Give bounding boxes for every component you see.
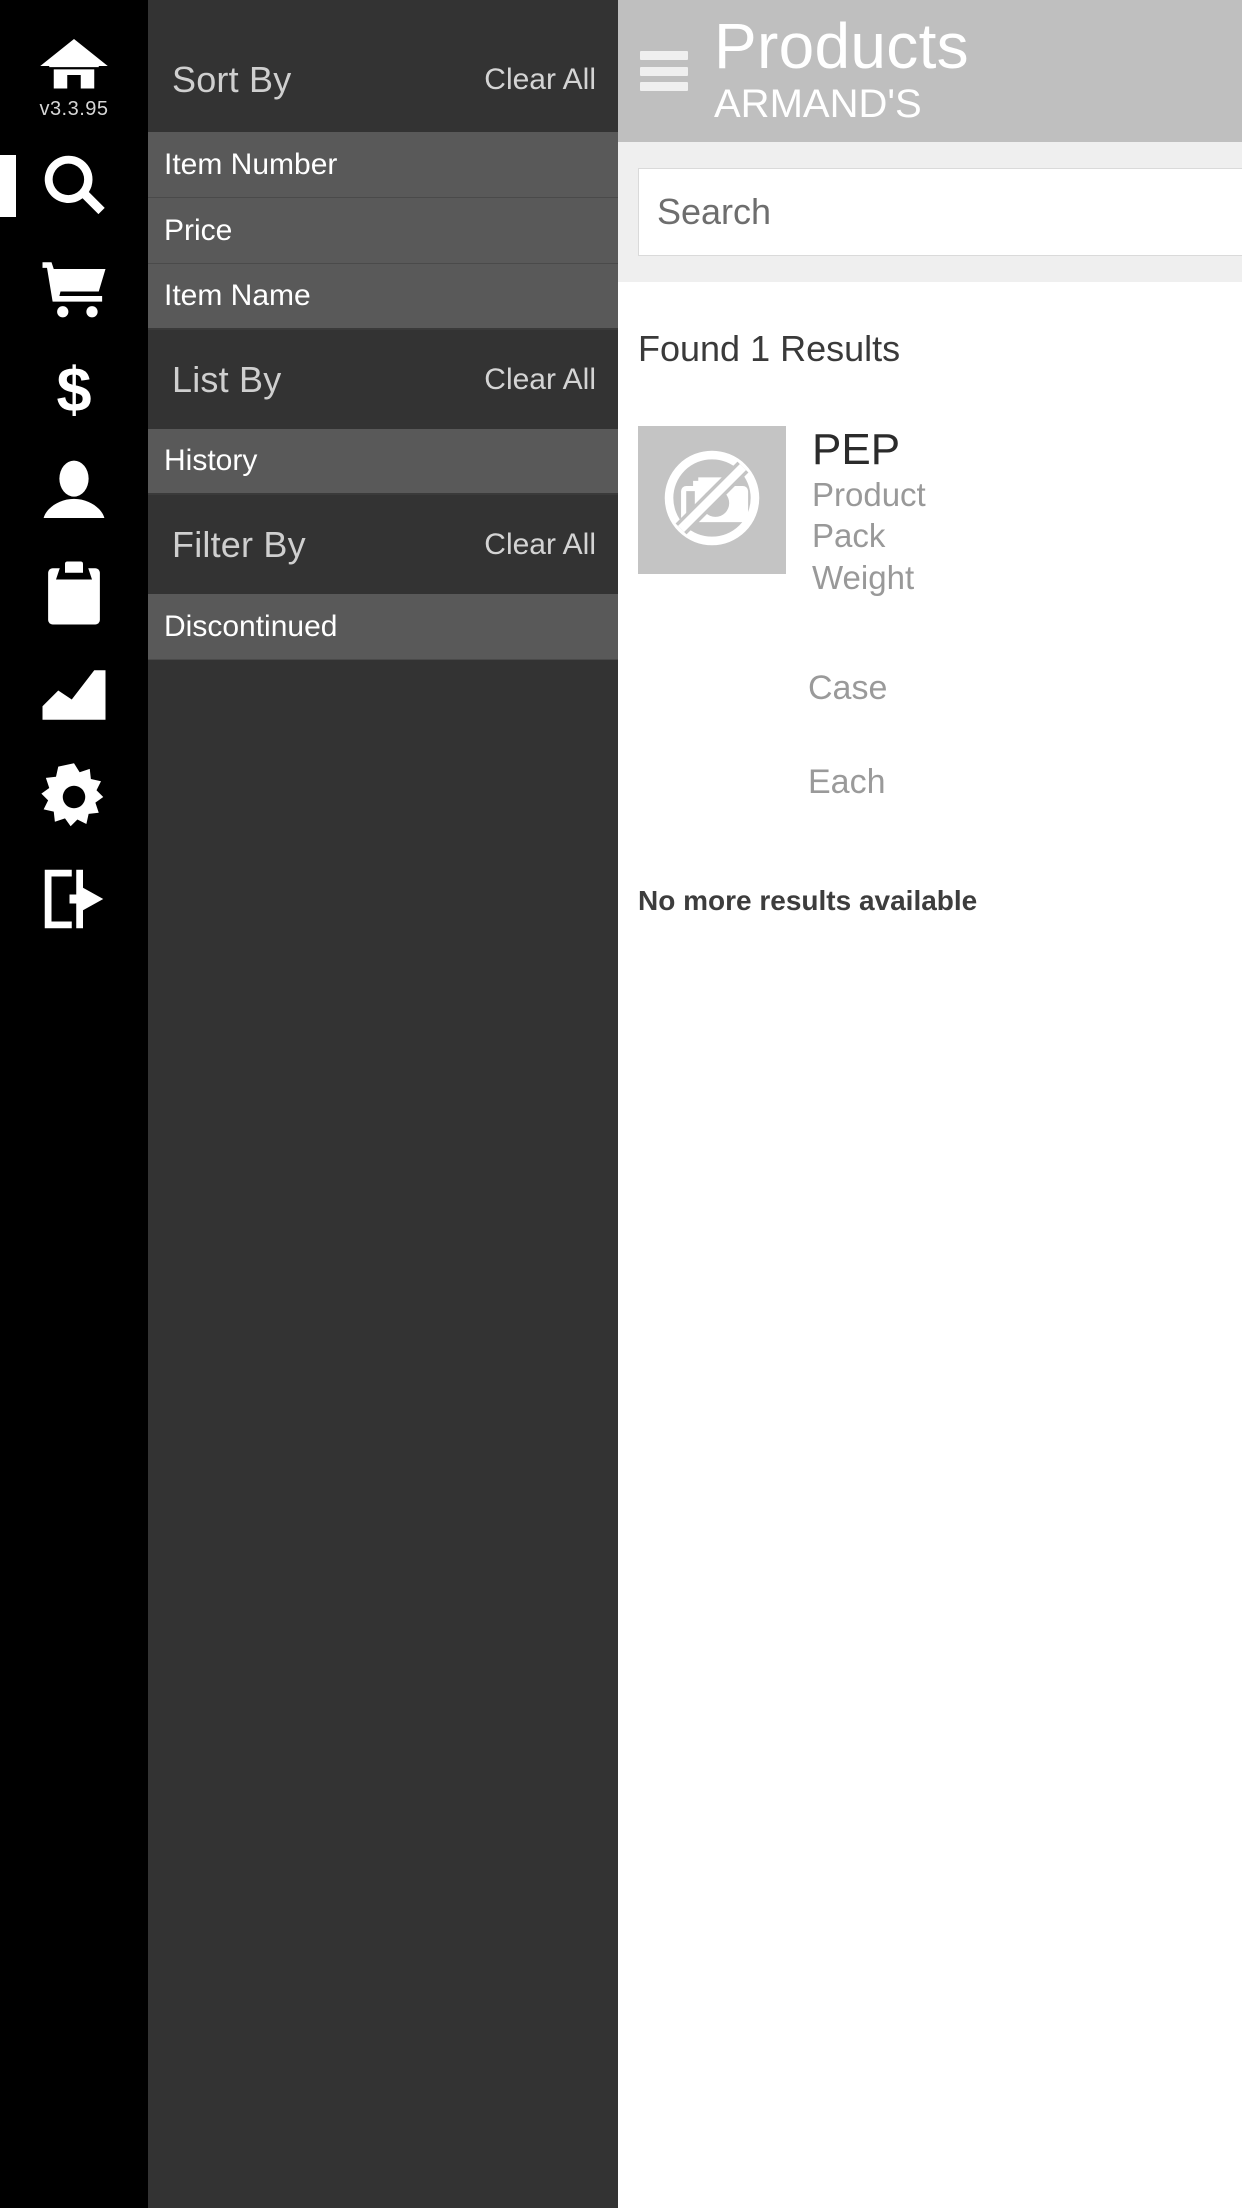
chart-icon bbox=[38, 659, 110, 731]
rail-item-reports[interactable] bbox=[0, 659, 148, 731]
product-label: Product bbox=[812, 475, 926, 513]
product-thumbnail bbox=[638, 426, 786, 574]
rail-item-pricing[interactable]: $ bbox=[0, 353, 148, 426]
results-area: Found 1 Results PEP Product Pack Weight … bbox=[618, 282, 1242, 2208]
clipboard-icon bbox=[38, 557, 110, 629]
search-input[interactable]: Search bbox=[638, 168, 1242, 256]
no-more-results-label: No more results available bbox=[638, 885, 978, 917]
results-count-label: Found 1 Results bbox=[638, 328, 901, 369]
product-weight: Weight bbox=[812, 558, 915, 596]
drawer-empty-space bbox=[148, 660, 618, 2208]
uom-rows: Case Each bbox=[618, 642, 1242, 829]
group-header-list-by: List By Clear All bbox=[148, 330, 618, 429]
search-icon bbox=[38, 149, 110, 221]
app-root: v3.3.95 $ Sort By Clear All Item Number … bbox=[0, 0, 1242, 2208]
svg-text:$: $ bbox=[56, 356, 91, 426]
rail-item-home[interactable]: v3.3.95 bbox=[0, 30, 148, 127]
product-name: PEP bbox=[812, 425, 901, 474]
rail-item-logout[interactable] bbox=[0, 863, 148, 935]
rail-item-orders[interactable] bbox=[0, 557, 148, 629]
content-panel: Products ARMAND'S Search Found 1 Results bbox=[618, 0, 1242, 2208]
cart-icon bbox=[38, 251, 110, 323]
rail-item-search[interactable] bbox=[0, 149, 148, 221]
group-title: Sort By bbox=[172, 59, 292, 100]
no-photo-icon bbox=[657, 443, 767, 558]
dollar-icon: $ bbox=[38, 353, 110, 426]
rail-item-settings[interactable] bbox=[0, 761, 148, 833]
gear-icon bbox=[38, 761, 110, 833]
filter-option-discontinued[interactable]: Discontinued bbox=[148, 594, 618, 660]
sort-option-item-name[interactable]: Item Name bbox=[148, 264, 618, 330]
filter-drawer: Sort By Clear All Item Number Price Item… bbox=[148, 0, 618, 2208]
user-icon bbox=[38, 455, 110, 527]
rail-item-cart[interactable] bbox=[0, 251, 148, 323]
group-header-sort-by: Sort By Clear All bbox=[148, 0, 618, 132]
uom-row-each[interactable]: Each bbox=[808, 736, 1242, 830]
hamburger-icon[interactable] bbox=[640, 51, 688, 91]
sort-option-price[interactable]: Price bbox=[148, 198, 618, 264]
product-pack: Pack bbox=[812, 517, 886, 555]
search-placeholder: Search bbox=[657, 191, 772, 232]
app-version: v3.3.95 bbox=[39, 98, 109, 120]
rail-item-account[interactable] bbox=[0, 455, 148, 527]
uom-row-case[interactable]: Case bbox=[808, 642, 1242, 736]
icon-rail: v3.3.95 $ bbox=[0, 0, 148, 2208]
clear-all-button-list-by[interactable]: Clear All bbox=[484, 363, 596, 397]
group-title: Filter By bbox=[172, 523, 306, 565]
sort-option-item-number[interactable]: Item Number bbox=[148, 132, 618, 198]
home-icon bbox=[38, 30, 110, 102]
app-header: Products ARMAND'S bbox=[618, 0, 1242, 142]
drawer-edge-handle[interactable] bbox=[0, 155, 16, 217]
account-name: ARMAND'S bbox=[714, 82, 922, 126]
search-bar-container: Search bbox=[618, 142, 1242, 282]
logout-icon bbox=[38, 863, 110, 935]
clear-all-button-filter-by[interactable]: Clear All bbox=[484, 528, 596, 562]
clear-all-button-sort-by[interactable]: Clear All bbox=[484, 63, 596, 97]
list-option-history[interactable]: History bbox=[148, 429, 618, 495]
group-header-filter-by: Filter By Clear All bbox=[148, 495, 618, 594]
group-title: List By bbox=[172, 358, 282, 400]
product-card[interactable]: PEP Product Pack Weight bbox=[618, 426, 1242, 598]
page-title: Products bbox=[714, 10, 969, 82]
